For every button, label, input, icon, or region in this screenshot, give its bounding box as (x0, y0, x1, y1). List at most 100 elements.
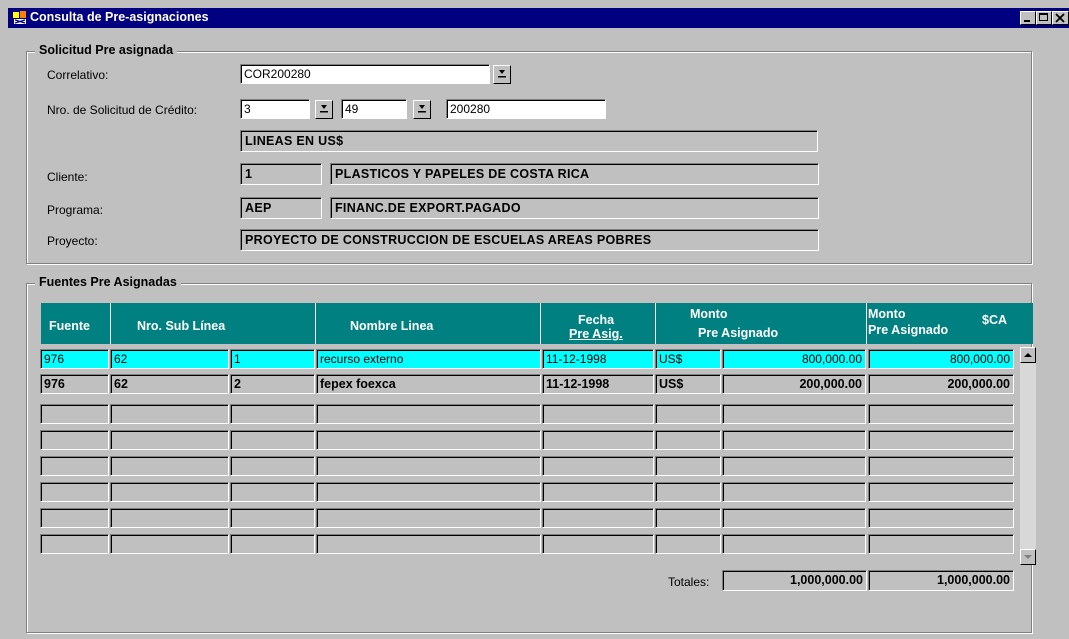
empty-cell[interactable] (655, 482, 721, 502)
empty-cell[interactable] (868, 456, 1014, 476)
empty-cell[interactable] (230, 404, 315, 424)
empty-cell[interactable] (868, 482, 1014, 502)
cliente-name: PLASTICOS Y PAPELES DE COSTA RICA (330, 163, 819, 185)
row1-monto[interactable]: 800,000.00 (722, 349, 866, 369)
col-header-monto-ca-line1: Monto (868, 307, 906, 321)
row1-fuente[interactable]: 976 (40, 349, 109, 369)
correlativo-lov-button[interactable] (493, 65, 511, 84)
col-header-fecha-line1: Fecha (578, 313, 615, 327)
row1-fecha[interactable]: 11-12-1998 (542, 349, 654, 369)
down-arrow-icon (418, 105, 426, 113)
empty-cell[interactable] (316, 456, 541, 476)
empty-cell[interactable] (40, 534, 109, 554)
col-header-fecha-line2: Pre Asig. (569, 327, 623, 341)
empty-cell[interactable] (722, 482, 866, 502)
empty-cell[interactable] (542, 482, 654, 502)
down-arrow-icon (498, 70, 506, 78)
empty-cell[interactable] (542, 456, 654, 476)
col-header-fuente-label: Fuente (49, 319, 90, 333)
row2-monto[interactable]: 200,000.00 (722, 374, 866, 394)
programa-name: FINANC.DE EXPORT.PAGADO (330, 197, 819, 219)
empty-cell[interactable] (110, 404, 229, 424)
total-monto-ca: 1,000,000.00 (868, 570, 1014, 591)
empty-cell[interactable] (542, 430, 654, 450)
down-arrow-icon (320, 105, 328, 113)
scroll-down-button[interactable] (1020, 549, 1036, 565)
empty-cell[interactable] (868, 508, 1014, 528)
nro-solicitud-field-1[interactable]: 3 (240, 99, 310, 119)
row2-nombre[interactable]: fepex foexca (316, 374, 541, 394)
row2-moneda[interactable]: US$ (655, 374, 721, 394)
empty-cell[interactable] (110, 482, 229, 502)
empty-cell[interactable] (722, 430, 866, 450)
empty-cell[interactable] (316, 482, 541, 502)
empty-cell[interactable] (316, 534, 541, 554)
empty-cell[interactable] (868, 534, 1014, 554)
scroll-up-button[interactable] (1020, 347, 1036, 363)
col-header-nombre: Nombre Linea (316, 303, 541, 344)
row2-fecha[interactable]: 11-12-1998 (542, 374, 654, 394)
empty-cell[interactable] (542, 404, 654, 424)
empty-cell[interactable] (542, 508, 654, 528)
empty-cell[interactable] (110, 456, 229, 476)
proyecto-name: PROYECTO DE CONSTRUCCION DE ESCUELAS ARE… (240, 229, 819, 251)
row1-nombre[interactable]: recurso externo (316, 349, 541, 369)
empty-cell[interactable] (230, 534, 315, 554)
row1-linea[interactable]: 62 (110, 349, 229, 369)
close-button[interactable] (1052, 11, 1069, 25)
correlativo-label: Correlativo: (47, 68, 109, 82)
col-header-fecha: Fecha Pre Asig. (541, 303, 656, 344)
empty-cell[interactable] (722, 404, 866, 424)
empty-cell[interactable] (316, 404, 541, 424)
window-title: Consulta de Pre-asignaciones (30, 10, 209, 24)
empty-cell[interactable] (316, 430, 541, 450)
maximize-button[interactable] (1036, 11, 1052, 25)
empty-cell[interactable] (722, 508, 866, 528)
empty-cell[interactable] (40, 404, 109, 424)
correlativo-field[interactable]: COR200280 (240, 64, 490, 84)
empty-cell[interactable] (655, 404, 721, 424)
nro-solicitud-field-2[interactable]: 49 (341, 99, 407, 119)
nro-solicitud-field-3[interactable]: 200280 (446, 99, 606, 119)
empty-cell[interactable] (230, 482, 315, 502)
empty-cell[interactable] (868, 404, 1014, 424)
col-header-monto-ca-line2: Pre Asignado (868, 323, 949, 337)
empty-cell[interactable] (110, 430, 229, 450)
row2-fuente[interactable]: 976 (40, 374, 109, 394)
empty-cell[interactable] (655, 534, 721, 554)
empty-cell[interactable] (316, 508, 541, 528)
empty-cell[interactable] (230, 508, 315, 528)
table-scrollbar[interactable] (1020, 347, 1036, 565)
row2-sublinea[interactable]: 2 (230, 374, 315, 394)
row1-sublinea[interactable]: 1 (230, 349, 315, 369)
empty-cell[interactable] (722, 456, 866, 476)
totales-label: Totales: (668, 575, 710, 589)
empty-cell[interactable] (40, 456, 109, 476)
row2-monto-ca[interactable]: 200,000.00 (868, 374, 1014, 394)
empty-cell[interactable] (655, 508, 721, 528)
row1-monto-ca[interactable]: 800,000.00 (868, 349, 1014, 369)
empty-cell[interactable] (40, 430, 109, 450)
nro-1-lov-button[interactable] (315, 100, 333, 119)
empty-cell[interactable] (868, 430, 1014, 450)
empty-cell[interactable] (655, 456, 721, 476)
row1-moneda[interactable]: US$ (655, 349, 721, 369)
minimize-icon (1024, 20, 1030, 22)
total-monto: 1,000,000.00 (722, 570, 867, 591)
empty-cell[interactable] (40, 508, 109, 528)
programa-label: Programa: (47, 203, 104, 217)
empty-cell[interactable] (722, 534, 866, 554)
nro-2-lov-button[interactable] (413, 100, 431, 119)
empty-cell[interactable] (110, 508, 229, 528)
empty-cell[interactable] (542, 534, 654, 554)
col-header-nombre-label: Nombre Linea (350, 319, 434, 333)
cliente-code: 1 (240, 163, 322, 185)
empty-cell[interactable] (230, 430, 315, 450)
empty-cell[interactable] (40, 482, 109, 502)
minimize-button[interactable] (1020, 11, 1036, 25)
row2-linea[interactable]: 62 (110, 374, 229, 394)
main-window: Consulta de Pre-asignaciones Solicitud P… (0, 0, 1069, 639)
empty-cell[interactable] (655, 430, 721, 450)
empty-cell[interactable] (230, 456, 315, 476)
empty-cell[interactable] (110, 534, 229, 554)
